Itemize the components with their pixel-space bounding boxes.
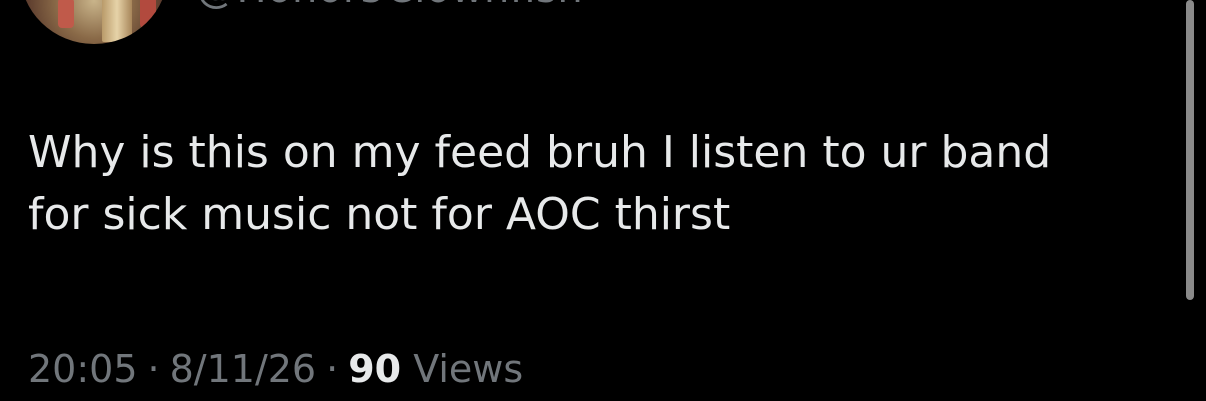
avatar-detail bbox=[102, 0, 132, 42]
views-label: Views bbox=[413, 347, 524, 391]
meta-separator: · bbox=[147, 347, 160, 391]
tweet-time[interactable]: 20:05 bbox=[28, 347, 138, 391]
views-count: 90 bbox=[348, 347, 402, 391]
tweet-text: Why is this on my feed bruh I listen to … bbox=[28, 127, 1052, 240]
user-handle[interactable]: @Honor5Clownfish bbox=[196, 0, 583, 12]
tweet-meta: 20:05 · 8/11/26 · 90 Views bbox=[28, 342, 523, 396]
meta-separator: · bbox=[326, 347, 339, 391]
scrollbar[interactable] bbox=[1186, 0, 1194, 300]
avatar-detail bbox=[58, 0, 74, 28]
tweet-date[interactable]: 8/11/26 bbox=[170, 347, 317, 391]
avatar-detail bbox=[140, 0, 156, 28]
avatar[interactable] bbox=[20, 0, 168, 44]
tweet-detail-view: @Honor5Clownfish Why is this on my feed … bbox=[0, 0, 1206, 401]
